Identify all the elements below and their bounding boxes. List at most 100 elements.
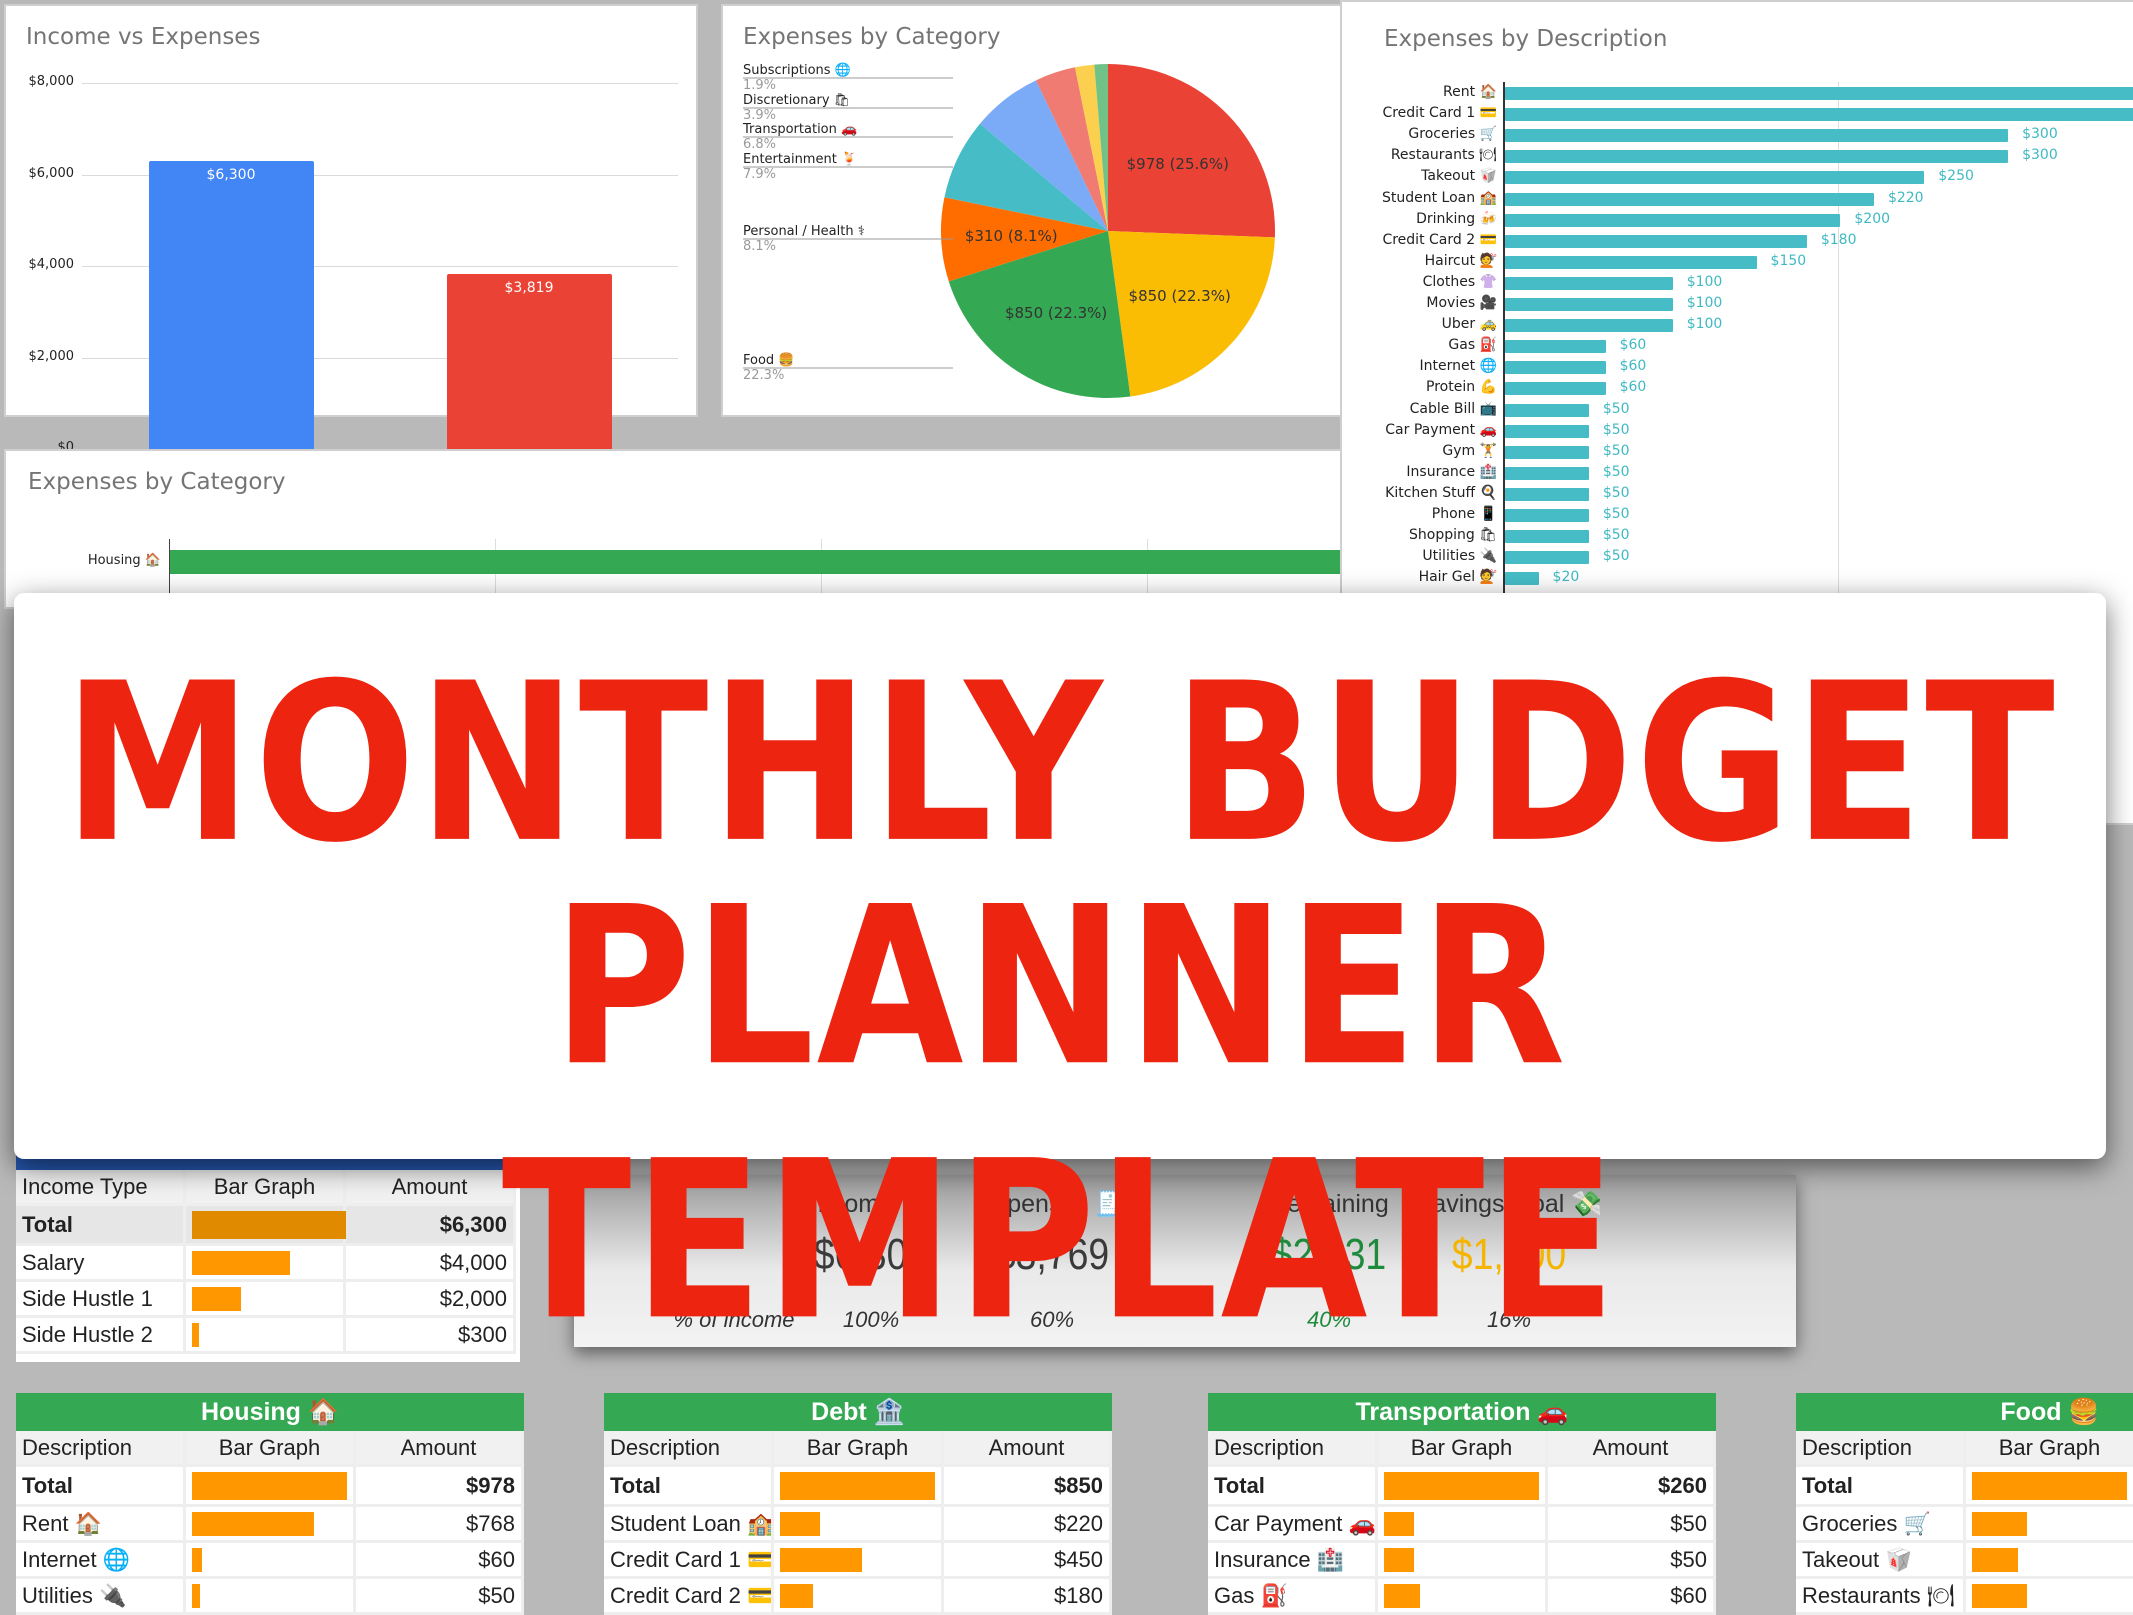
- column-header: Description: [1208, 1431, 1378, 1467]
- description-bar: [1505, 361, 1606, 375]
- bar-graph-fill: [780, 1548, 863, 1572]
- pie-data-label: $978 (25.6%): [1127, 155, 1229, 173]
- bar-data-label: $220: [1887, 189, 1924, 206]
- bar-data-label: $50: [1602, 442, 1630, 459]
- category-table-row-amount: $260: [1548, 1467, 1716, 1507]
- pie-data-label: $850 (22.3%): [1129, 287, 1231, 305]
- description-label: Gym 🏋: [1442, 442, 1497, 459]
- description-label: Kitchen Stuff 🍳: [1385, 484, 1497, 501]
- bar-graph-fill: [780, 1472, 935, 1500]
- description-bar: [1505, 530, 1589, 544]
- description-label: Hair Gel 💇: [1418, 569, 1497, 586]
- description-bar: [1505, 551, 1589, 565]
- category-table-row-label: Groceries 🛒: [1796, 1507, 1966, 1543]
- description-bar: [1505, 213, 1841, 227]
- description-label: Movies 🎥: [1426, 295, 1497, 311]
- column-header: Bar Graph: [774, 1431, 944, 1467]
- description-label: Haircut 💇: [1424, 252, 1497, 269]
- description-label: Credit Card 2 💳: [1382, 231, 1497, 248]
- column-header: Bar Graph: [186, 1431, 356, 1467]
- category-table-bar-cell: [186, 1543, 356, 1579]
- description-bar: [1505, 572, 1539, 586]
- banner-title-line-1: MONTHLY BUDGET: [63, 636, 2057, 891]
- pie-slice-1: [1108, 231, 1275, 397]
- bar-0: [148, 160, 314, 449]
- bar-data-label: $250: [1938, 168, 1974, 185]
- category-table-title: Housing 🏠: [16, 1393, 524, 1431]
- category-table-row-label: Insurance 🏥: [1208, 1543, 1378, 1579]
- category-table-row-amount: $978: [356, 1467, 524, 1507]
- bar-data-label: $60: [1619, 337, 1647, 354]
- bar-data-label: $50: [1602, 506, 1630, 522]
- description-bar: [1505, 255, 1757, 269]
- description-bar: [1505, 129, 2009, 143]
- bar-data-label: $300: [2022, 147, 2058, 164]
- bar-graph-fill: [192, 1584, 200, 1608]
- description-bar: [1505, 171, 1925, 185]
- category-table-row-amount: $180: [944, 1579, 1112, 1615]
- bar-data-label: $100: [1686, 273, 1723, 290]
- category-table-row-amount: $450: [944, 1543, 1112, 1579]
- pie-legend-label: Transportation 🚗: [743, 122, 858, 137]
- category-table-row-amount: $50: [1548, 1507, 1716, 1543]
- pie-legend-label: Subscriptions 🌐: [743, 63, 851, 78]
- bar-data-label: $20: [1552, 569, 1580, 586]
- bar-graph-fill: [1384, 1472, 1539, 1500]
- description-label: Credit Card 1 💳: [1382, 105, 1497, 122]
- pie-legend-label: Personal / Health ⚕: [743, 224, 865, 239]
- pie-legend-label: Discretionary 🛍: [743, 93, 851, 108]
- bar-graph-fill: [1384, 1548, 1414, 1572]
- column-header: Description: [16, 1431, 186, 1467]
- bar-data-label: $50: [1602, 400, 1630, 417]
- bar-data-label: $50: [1602, 527, 1630, 544]
- description-label: Uber 🚕: [1441, 316, 1497, 333]
- bar-data-label: $3,819: [504, 280, 554, 297]
- description-bar: [1505, 403, 1589, 417]
- pie-legend-percent: 3.9%: [743, 108, 777, 123]
- pie-legend-label: Entertainment 🍹: [743, 152, 858, 167]
- description-label: Car Payment 🚗: [1385, 421, 1497, 438]
- description-bar: [1505, 298, 1673, 311]
- description-label: Restaurants 🍽: [1390, 147, 1497, 164]
- bar-graph-fill: [1972, 1512, 2027, 1536]
- income-vs-expenses-panel: Income vs Expenses $0 $2,000 $4,000 $6,000 $…: [4, 4, 698, 470]
- expenses-by-category-bar-panel: Expenses by Category Housing 🏠Debt 🏦$850: [4, 449, 1350, 609]
- category-table-row-label: Takeout 🥡: [1796, 1543, 1966, 1579]
- column-header: Amount: [356, 1431, 524, 1467]
- income-vs-expenses-plot: $0$2,000$4,000$6,000$8,000$6,300Income 💵…: [6, 6, 696, 470]
- description-bar: [1505, 509, 1589, 522]
- title-banner: MONTHLY BUDGET PLANNER TEMPLATE: [14, 593, 2106, 1368]
- category-bar-0: [170, 550, 1348, 574]
- category-table-row-label: Credit Card 1 💳: [604, 1543, 774, 1579]
- category-table-title: Food 🍔: [1796, 1393, 2133, 1431]
- category-table-row-amount: $60: [1548, 1579, 1716, 1615]
- category-table-row-label: Restaurants 🍽: [1796, 1579, 1966, 1615]
- category-table-row-label: Total: [16, 1467, 186, 1507]
- column-header: Amount: [944, 1431, 1112, 1467]
- pie-legend-label: Food 🍔: [743, 353, 795, 368]
- description-label: Phone 📱: [1431, 506, 1497, 522]
- category-table-row-label: Total: [1796, 1467, 1966, 1507]
- bar-data-label: $100: [1686, 316, 1723, 333]
- expenses-by-category-pie-panel: Expenses by Category $978 (25.6%) $850 (2…: [721, 4, 1351, 417]
- bar-data-label: $60: [1619, 379, 1647, 396]
- y-tick-label: $2,000: [28, 348, 75, 364]
- y-tick-label: $4,000: [28, 257, 75, 272]
- column-header: Description: [1796, 1431, 1966, 1467]
- description-bar: [1505, 382, 1606, 396]
- bar-data-label: $50: [1602, 463, 1630, 480]
- column-header: Description: [604, 1431, 774, 1467]
- bar-graph-fill: [192, 1512, 314, 1536]
- bar-graph-fill: [780, 1512, 821, 1536]
- bar-graph-fill: [192, 1548, 202, 1572]
- pie-legend-percent: 8.1%: [743, 239, 777, 254]
- description-bar: [1505, 487, 1589, 501]
- category-table-row-label: Total: [1208, 1467, 1378, 1507]
- category-table-row-amount: $50: [356, 1579, 524, 1615]
- category-table-row-amount: $60: [356, 1543, 524, 1579]
- bar-data-label: $200: [1854, 210, 1891, 227]
- category-table-row-label: Total: [604, 1467, 774, 1507]
- description-label: Rent 🏠: [1443, 84, 1497, 100]
- description-bar: [1505, 445, 1589, 459]
- column-header: Bar Graph: [1966, 1431, 2133, 1467]
